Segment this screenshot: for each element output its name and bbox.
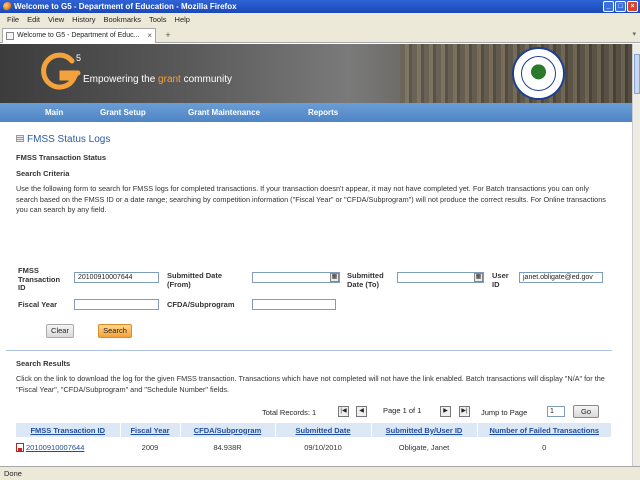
g5-logo: 5 bbox=[41, 52, 81, 90]
menu-bookmarks[interactable]: Bookmarks bbox=[100, 13, 146, 26]
cell-fiscal-year: 2009 bbox=[141, 443, 159, 452]
nav-grant-setup[interactable]: Grant Setup bbox=[100, 103, 146, 122]
main-nav: Main Grant Setup Grant Maintenance Repor… bbox=[0, 103, 632, 122]
search-button[interactable]: Search bbox=[98, 324, 132, 338]
table-row: 20100910007644 2009 84.938R 09/10/2010 O… bbox=[16, 437, 612, 458]
results-note: Click on the link to download the log fo… bbox=[16, 374, 605, 394]
seal-tree-icon bbox=[521, 56, 556, 91]
transaction-log-link[interactable]: 20100910007644 bbox=[26, 443, 84, 452]
status-text: Done bbox=[4, 469, 22, 478]
total-records: Total Records: 1 bbox=[262, 408, 317, 417]
tab-welcome-g5[interactable]: Welcome to G5 - Department of Educ... × bbox=[2, 28, 156, 43]
col-fiscal-year[interactable]: Fiscal Year bbox=[120, 423, 181, 437]
fmss-id-label: FMSS Transaction ID bbox=[18, 266, 61, 292]
window-titlebar: Welcome to G5 - Department of Education … bbox=[0, 0, 640, 13]
cfda-label: CFDA/Subprogram bbox=[167, 300, 235, 309]
user-id-input[interactable]: janet.obligate@ed.gov bbox=[519, 272, 603, 283]
search-criteria-heading: Search Criteria bbox=[16, 169, 70, 178]
menu-file[interactable]: File bbox=[3, 13, 23, 26]
minimize-button[interactable]: _ bbox=[603, 1, 614, 12]
submitted-from-input[interactable] bbox=[252, 272, 340, 283]
banner-tagline: Empowering the grant community bbox=[83, 74, 232, 85]
tagline-grant: grant bbox=[158, 74, 181, 85]
pdf-icon[interactable] bbox=[16, 443, 24, 452]
menu-bar: File Edit View History Bookmarks Tools H… bbox=[0, 13, 640, 26]
submitted-to-input[interactable] bbox=[397, 272, 484, 283]
nav-main[interactable]: Main bbox=[45, 103, 63, 122]
cell-failed-count: 0 bbox=[542, 443, 547, 452]
search-results-heading: Search Results bbox=[16, 359, 71, 368]
tab-list-icon[interactable]: ▾ bbox=[632, 30, 636, 38]
cfda-input[interactable] bbox=[252, 299, 336, 310]
submitted-from-label: Submitted Date (From) bbox=[167, 271, 223, 289]
clear-button[interactable]: Clear bbox=[46, 324, 74, 338]
prev-page-icon[interactable]: ◀ bbox=[356, 406, 367, 417]
main-content: FMSS Status Logs FMSS Transaction Status… bbox=[0, 122, 632, 466]
g5-logo-sup: 5 bbox=[76, 53, 81, 63]
fiscal-year-input[interactable] bbox=[74, 299, 159, 310]
page-info: Page 1 of 1 bbox=[383, 406, 422, 415]
col-submitted-by[interactable]: Submitted By/User ID bbox=[371, 423, 478, 437]
new-tab-button[interactable]: + bbox=[160, 29, 176, 42]
tagline-pre: Empowering the bbox=[83, 74, 159, 85]
vertical-scrollbar[interactable] bbox=[632, 44, 640, 466]
calendar-icon[interactable]: ▦ bbox=[330, 273, 339, 282]
close-button[interactable]: × bbox=[627, 1, 638, 12]
page-title: FMSS Status Logs bbox=[16, 134, 110, 145]
col-fmss-id[interactable]: FMSS Transaction ID bbox=[16, 423, 121, 437]
status-bar: Done bbox=[0, 466, 640, 480]
cell-fmss-id: 20100910007644 bbox=[16, 437, 120, 458]
page-icon bbox=[6, 32, 14, 40]
col-submitted-date[interactable]: Submitted Date bbox=[275, 423, 372, 437]
results-table: FMSS Transaction ID Fiscal Year CFDA/Sub… bbox=[16, 423, 612, 458]
section-divider bbox=[6, 350, 612, 351]
g5-banner: 5 Empowering the grant community bbox=[0, 44, 632, 103]
jump-page-input[interactable]: 1 bbox=[547, 406, 565, 417]
tab-close-icon[interactable]: × bbox=[147, 29, 152, 43]
menu-tools[interactable]: Tools bbox=[145, 13, 171, 26]
next-page-icon[interactable]: ▶ bbox=[440, 406, 451, 417]
go-button[interactable]: Go bbox=[573, 405, 599, 418]
menu-view[interactable]: View bbox=[44, 13, 68, 26]
search-instructions: Use the following form to search for FMS… bbox=[16, 184, 606, 215]
col-failed-transactions[interactable]: Number of Failed Transactions bbox=[477, 423, 612, 437]
page-viewport: 5 Empowering the grant community Main Gr… bbox=[0, 44, 632, 466]
list-icon bbox=[16, 135, 24, 142]
tab-label: Welcome to G5 - Department of Educ... bbox=[17, 32, 140, 39]
tagline-post: community bbox=[180, 74, 232, 85]
table-header-row: FMSS Transaction ID Fiscal Year CFDA/Sub… bbox=[16, 423, 612, 437]
menu-edit[interactable]: Edit bbox=[23, 13, 44, 26]
col-cfda[interactable]: CFDA/Subprogram bbox=[180, 423, 276, 437]
nav-reports[interactable]: Reports bbox=[308, 103, 338, 122]
last-page-icon[interactable]: ▶| bbox=[459, 406, 470, 417]
fiscal-year-label: Fiscal Year bbox=[18, 300, 58, 309]
nav-grant-maintenance[interactable]: Grant Maintenance bbox=[188, 103, 260, 122]
firefox-icon bbox=[3, 2, 12, 11]
calendar-icon[interactable]: ▦ bbox=[474, 273, 483, 282]
transaction-status-heading: FMSS Transaction Status bbox=[16, 153, 107, 162]
cell-submitted-by: Obligate, Janet bbox=[398, 443, 450, 452]
menu-help[interactable]: Help bbox=[171, 13, 194, 26]
scrollbar-thumb[interactable] bbox=[634, 54, 640, 94]
submitted-to-label: Submitted Date (To) bbox=[347, 271, 384, 289]
first-page-icon[interactable]: |◀ bbox=[338, 406, 349, 417]
department-of-education-seal bbox=[512, 47, 565, 100]
cell-submitted-date: 09/10/2010 bbox=[304, 443, 342, 452]
jump-to-page-label: Jump to Page bbox=[481, 408, 528, 417]
pager-top: Total Records: 1 |◀ ◀ Page 1 of 1 ▶ ▶| J… bbox=[0, 405, 632, 420]
menu-history[interactable]: History bbox=[68, 13, 99, 26]
maximize-button[interactable]: □ bbox=[615, 1, 626, 12]
window-title: Welcome to G5 - Department of Education … bbox=[14, 2, 237, 11]
tab-bar: Welcome to G5 - Department of Educ... × … bbox=[0, 26, 640, 43]
cell-cfda: 84.938R bbox=[213, 443, 242, 452]
user-id-label: User ID bbox=[492, 271, 509, 289]
fmss-id-input[interactable]: 20100910007644 bbox=[74, 272, 159, 283]
